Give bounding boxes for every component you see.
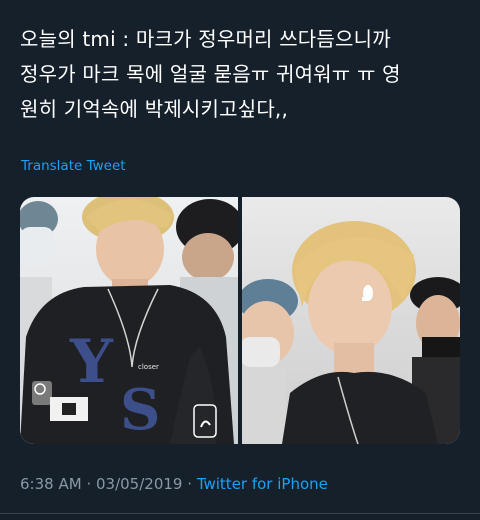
tweet-text-line: 정우가 마크 목에 얼굴 묻음ㅠ 귀여워ㅠ ㅠ 영: [20, 62, 401, 86]
meta-separator: ·: [86, 475, 92, 493]
translate-tweet-link[interactable]: Translate Tweet: [21, 158, 126, 174]
tweet-media: Y S closer: [20, 197, 460, 444]
tweet-time: 6:38 AM: [20, 475, 82, 493]
svg-text:closer: closer: [138, 363, 159, 371]
tweet-meta: 6:38 AM · 03/05/2019 · Twitter for iPhon…: [20, 475, 328, 493]
tweet-text-line: 오늘의 tmi : 마크가 정우머리 쓰다듬으니까: [20, 27, 391, 51]
tweet-text: 오늘의 tmi : 마크가 정우머리 쓰다듬으니까 정우가 마크 목에 얼굴 묻…: [20, 22, 468, 127]
divider: [0, 513, 480, 514]
photo-right[interactable]: [242, 197, 460, 444]
tweet-source-link[interactable]: Twitter for iPhone: [197, 475, 328, 493]
svg-text:Y: Y: [69, 327, 114, 397]
photo-left[interactable]: Y S closer: [20, 197, 238, 444]
svg-text:S: S: [120, 377, 160, 443]
photo-right-image: [242, 221, 460, 444]
meta-separator: ·: [187, 475, 193, 493]
photo-left-image: Y S closer: [20, 197, 238, 444]
tweet-date: 03/05/2019: [96, 475, 183, 493]
tweet-text-line: 원히 기억속에 박제시키고싶다,,: [20, 97, 289, 121]
